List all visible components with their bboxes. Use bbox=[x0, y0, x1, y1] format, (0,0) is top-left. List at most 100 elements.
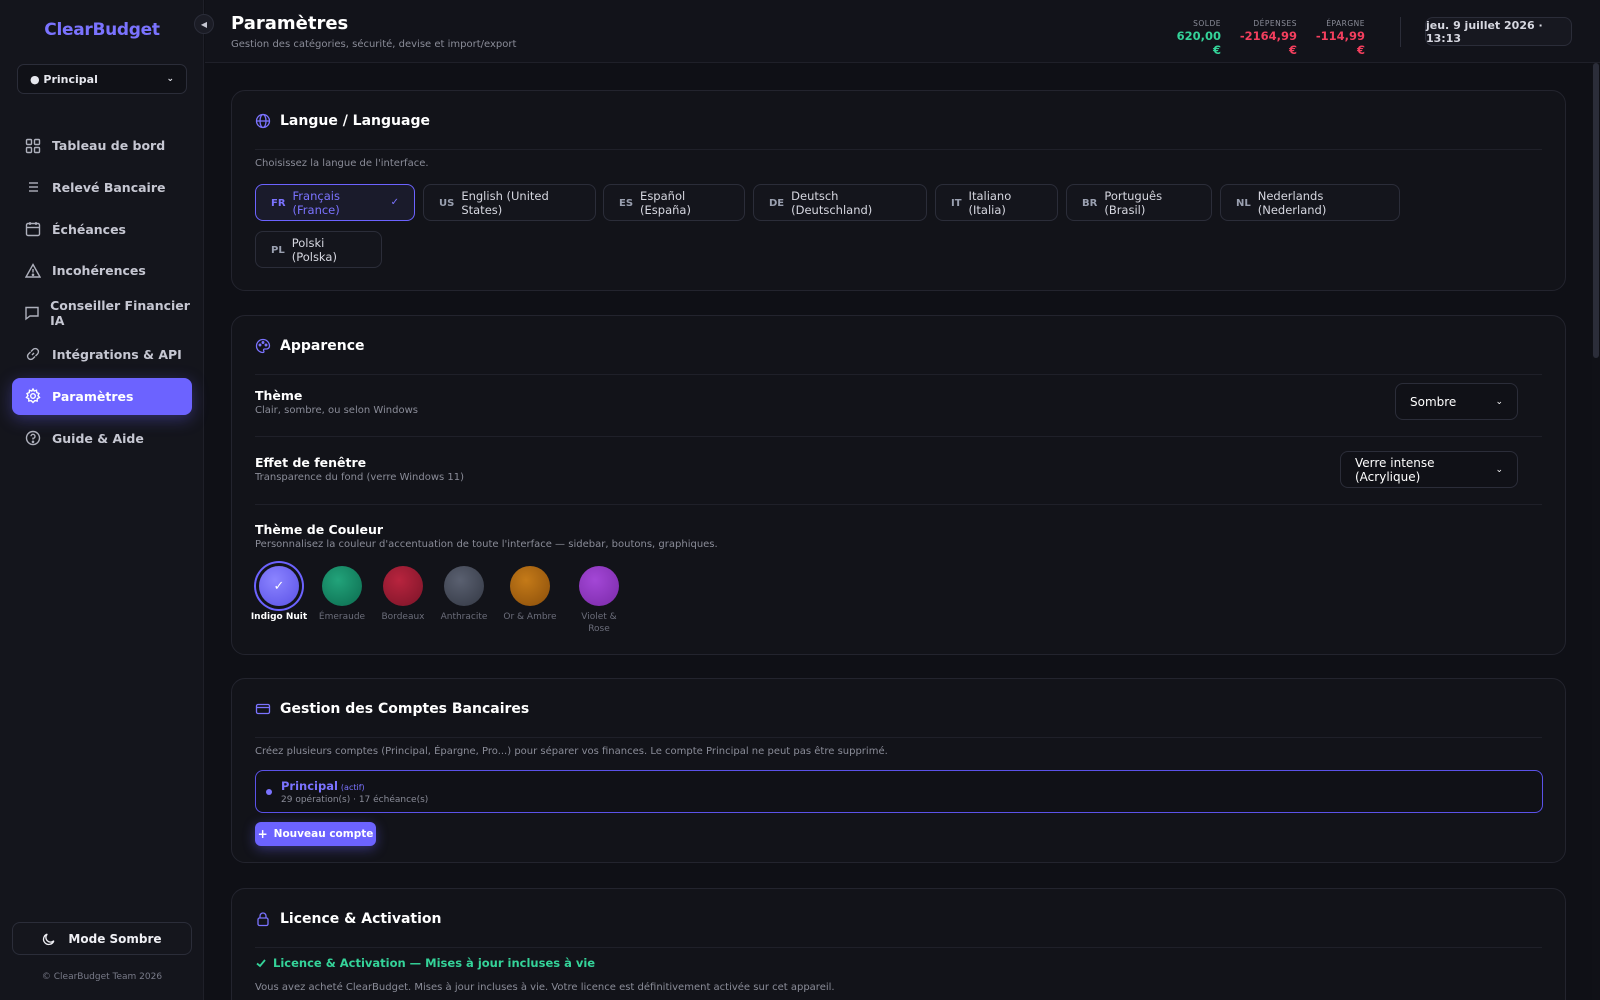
balance-stat: SOLDE 620,00 € bbox=[1165, 19, 1221, 57]
scrollbar-thumb[interactable] bbox=[1593, 63, 1599, 358]
swatch-label: Indigo Nuit bbox=[250, 612, 308, 622]
swatch-circle bbox=[322, 566, 362, 606]
swatch-label: Anthracite bbox=[440, 612, 488, 622]
credit-card-icon bbox=[255, 701, 271, 717]
swatch-circle bbox=[383, 566, 423, 606]
swatch-emeraude[interactable]: Émeraude bbox=[307, 566, 377, 623]
divider bbox=[255, 436, 1542, 437]
new-account-label: Nouveau compte bbox=[273, 828, 374, 840]
globe-icon bbox=[255, 113, 271, 129]
dark-mode-button[interactable]: Mode Sombre bbox=[12, 922, 192, 955]
lang-option-us[interactable]: US English (United States) bbox=[423, 184, 596, 221]
palette-icon bbox=[255, 338, 271, 354]
active-dot bbox=[266, 789, 272, 795]
accounts-title: Gestion des Comptes Bancaires bbox=[280, 701, 530, 717]
date-time: jeu. 9 juillet 2026 · 13:13 bbox=[1425, 17, 1572, 46]
lang-label: Italiano (Italia) bbox=[968, 188, 1012, 217]
swatch-or-ambre[interactable]: Or & Ambre bbox=[495, 566, 565, 623]
card-title: Apparence bbox=[255, 338, 365, 354]
sidebar-item-dashboard[interactable]: Tableau de bord bbox=[12, 127, 192, 164]
language-description: Choisissez la langue de l'interface. bbox=[255, 158, 429, 169]
check-icon bbox=[255, 957, 267, 969]
lang-code: IT bbox=[951, 198, 962, 209]
sidebar-item-integrations[interactable]: Intégrations & API bbox=[12, 336, 192, 373]
lang-code: DE bbox=[769, 198, 785, 209]
lock-icon bbox=[255, 911, 271, 927]
sidebar-item-deadlines[interactable]: Échéances bbox=[12, 211, 192, 248]
lang-label: Nederlands (Nederland) bbox=[1257, 188, 1327, 217]
copyright: © ClearBudget Team 2026 bbox=[41, 972, 163, 982]
card-title: Licence & Activation bbox=[255, 911, 442, 927]
appearance-title: Apparence bbox=[280, 338, 365, 354]
link-icon bbox=[24, 345, 42, 363]
lang-code: ES bbox=[619, 198, 634, 209]
collapse-sidebar-button[interactable]: ◀ bbox=[194, 14, 214, 34]
lang-option-nl[interactable]: NL Nederlands (Nederland) bbox=[1220, 184, 1400, 221]
swatch-label: Or & Ambre bbox=[503, 612, 557, 622]
stat-label: DÉPENSES bbox=[1253, 19, 1297, 28]
account-meta: 29 opération(s) · 17 échéance(s) bbox=[281, 795, 429, 805]
sidebar: ClearBudget ● Principal ⌄ Tableau de bor… bbox=[0, 0, 204, 1000]
swatch-anthracite[interactable]: Anthracite bbox=[429, 566, 499, 623]
sidebar-item-inconsistencies[interactable]: Incohérences bbox=[12, 252, 192, 289]
card-title: Langue / Language bbox=[255, 113, 430, 129]
new-account-button[interactable]: + Nouveau compte bbox=[255, 822, 376, 846]
accounts-description: Créez plusieurs comptes (Principal, Épar… bbox=[255, 746, 888, 757]
sidebar-item-label: Tableau de bord bbox=[52, 138, 166, 153]
lang-option-pl[interactable]: PL Polski (Polska) bbox=[255, 231, 382, 268]
lang-code: NL bbox=[1236, 198, 1251, 209]
help-icon bbox=[24, 429, 42, 447]
license-card: Licence & Activation Licence & Activatio… bbox=[231, 888, 1566, 1000]
appearance-card: Apparence Thème Clair, sombre, ou selon … bbox=[231, 315, 1566, 655]
sidebar-item-help[interactable]: Guide & Aide bbox=[12, 420, 192, 457]
chat-icon bbox=[24, 304, 40, 322]
swatch-circle bbox=[510, 566, 550, 606]
chevron-down-icon: ⌄ bbox=[1495, 396, 1503, 407]
stat-value: -2164,99 € bbox=[1239, 29, 1297, 57]
stat-value: 620,00 € bbox=[1176, 29, 1221, 57]
app-logo: ClearBudget bbox=[44, 20, 160, 40]
lang-option-br[interactable]: BR Português (Brasil) bbox=[1066, 184, 1212, 221]
swatch-label: Bordeaux bbox=[381, 612, 425, 622]
swatch-bordeaux[interactable]: Bordeaux bbox=[368, 566, 438, 623]
sidebar-item-bank-statement[interactable]: Relevé Bancaire bbox=[12, 169, 192, 206]
main-content: Langue / Language Choisissez la langue d… bbox=[205, 63, 1600, 1000]
window-effect-sub: Transparence du fond (verre Windows 11) bbox=[255, 472, 465, 483]
color-theme-sub: Personnalisez la couleur d'accentuation … bbox=[255, 539, 718, 550]
license-text: Vous avez acheté ClearBudget. Mises à jo… bbox=[255, 982, 835, 993]
lang-code: US bbox=[439, 198, 455, 209]
lang-label: Polski (Polska) bbox=[291, 235, 337, 264]
sidebar-item-settings[interactable]: Paramètres bbox=[12, 377, 192, 415]
stat-label: ÉPARGNE bbox=[1326, 19, 1365, 28]
stat-label: SOLDE bbox=[1193, 19, 1221, 28]
calendar-icon bbox=[24, 220, 42, 238]
swatch-circle bbox=[444, 566, 484, 606]
sidebar-item-label: Intégrations & API bbox=[52, 346, 182, 362]
swatch-violet-rose[interactable]: Violet & Rose bbox=[564, 566, 634, 635]
color-theme-label: Thème de Couleur bbox=[255, 522, 384, 537]
lang-option-es[interactable]: ES Español (España) bbox=[603, 184, 745, 221]
lang-code: FR bbox=[271, 198, 286, 209]
lang-option-it[interactable]: IT Italiano (Italia) bbox=[935, 184, 1058, 221]
account-select[interactable]: ● Principal ⌄ bbox=[17, 64, 187, 94]
account-row-principal[interactable]: Principal (actif) 29 opération(s) · 17 éc… bbox=[255, 770, 1543, 813]
sidebar-item-label: Conseiller Financier IA bbox=[50, 297, 190, 328]
divider bbox=[255, 947, 1542, 948]
sidebar-item-ai-advisor[interactable]: Conseiller Financier IA bbox=[12, 294, 192, 331]
swatch-label: Violet & Rose bbox=[581, 612, 617, 634]
theme-select[interactable]: Sombre ⌄ bbox=[1395, 383, 1518, 420]
divider bbox=[255, 374, 1542, 375]
savings-stat: ÉPARGNE -114,99 € bbox=[1305, 19, 1365, 57]
warning-icon bbox=[24, 262, 42, 280]
account-active-tag: (actif) bbox=[340, 783, 365, 792]
header: Paramètres Gestion des catégories, sécur… bbox=[205, 0, 1600, 63]
license-status: Licence & Activation — Mises à jour incl… bbox=[255, 956, 595, 970]
sidebar-nav: Tableau de bord Relevé Bancaire Échéance… bbox=[12, 127, 192, 461]
swatch-indigo-nuit[interactable]: ✓ Indigo Nuit bbox=[244, 566, 314, 623]
dashboard-icon bbox=[24, 137, 42, 155]
sidebar-item-label: Incohérences bbox=[52, 263, 146, 279]
lang-option-de[interactable]: DE Deutsch (Deutschland) bbox=[753, 184, 927, 221]
window-effect-select[interactable]: Verre intense (Acrylique) ⌄ bbox=[1340, 451, 1518, 488]
license-title: Licence & Activation bbox=[280, 911, 442, 927]
lang-option-fr[interactable]: FR Français (France) ✓ bbox=[255, 184, 415, 221]
